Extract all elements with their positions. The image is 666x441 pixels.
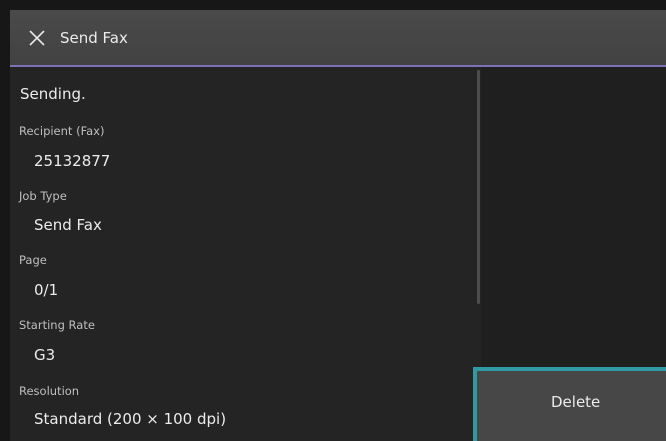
page-value: 0/1: [34, 281, 59, 299]
recipient-value: 25132877: [34, 152, 111, 170]
close-icon: [29, 29, 45, 46]
delete-button-label: Delete: [551, 393, 601, 411]
details-scrollbar[interactable]: [477, 70, 480, 304]
job-details-panel[interactable]: Sending. Recipient (Fax) 25132877 Job Ty…: [10, 67, 481, 441]
starting-rate-label: Starting Rate: [19, 318, 95, 332]
page-title: Send Fax: [60, 28, 128, 47]
recipient-label: Recipient (Fax): [19, 124, 105, 138]
page-label: Page: [19, 253, 47, 267]
job-type-value: Send Fax: [34, 216, 102, 234]
job-status: Sending.: [20, 85, 86, 103]
resolution-value: Standard (200 × 100 dpi): [34, 410, 227, 428]
close-button[interactable]: [14, 10, 60, 65]
delete-button[interactable]: Delete: [473, 367, 666, 441]
job-type-label: Job Type: [19, 189, 67, 203]
resolution-label: Resolution: [19, 384, 80, 398]
title-bar: Send Fax: [10, 10, 666, 65]
fax-job-screen: Send Fax Sending. Recipient (Fax) 251328…: [0, 0, 666, 441]
starting-rate-value: G3: [34, 346, 56, 364]
